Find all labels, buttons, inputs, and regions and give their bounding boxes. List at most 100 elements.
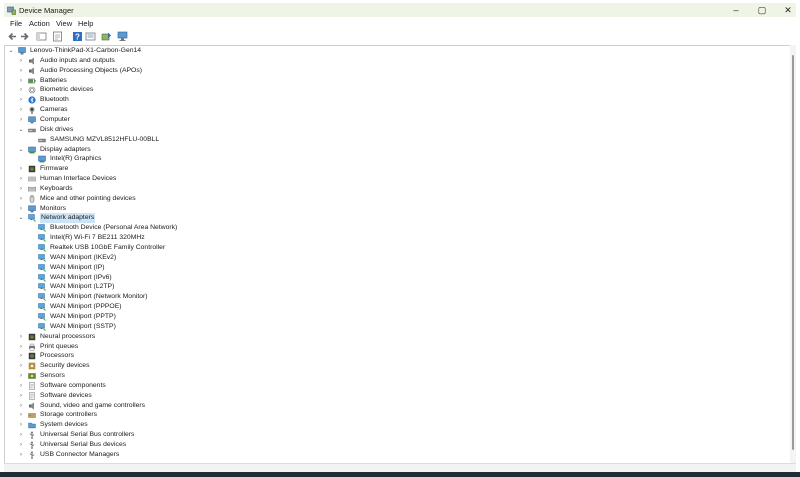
tree-category[interactable]: › Security devices [5, 361, 785, 371]
chevron-right-icon[interactable]: › [18, 184, 24, 194]
tree-category[interactable]: › Audio Processing Objects (APOs) [5, 66, 785, 76]
tree-category[interactable]: › Processors [5, 351, 785, 361]
chevron-right-icon[interactable]: › [18, 410, 24, 420]
help-icon[interactable]: ? [72, 31, 83, 42]
tree-device[interactable]: WAN Miniport (IPv6) [5, 273, 785, 283]
tree-category[interactable]: › Biometric devices [5, 85, 785, 95]
chevron-right-icon[interactable]: › [18, 440, 24, 450]
chevron-down-icon[interactable]: ⌄ [18, 125, 24, 135]
tree-item-label: Software devices [40, 391, 92, 399]
tree-device[interactable]: Realtek USB 10GbE Family Controller [5, 243, 785, 253]
chevron-right-icon[interactable]: › [18, 194, 24, 204]
tree-category[interactable]: ⌄ Disk drives [5, 125, 785, 135]
tree-category[interactable]: › Batteries [5, 76, 785, 86]
minimize-button[interactable]: – [724, 4, 748, 16]
chevron-right-icon[interactable]: › [18, 351, 24, 361]
tree-category[interactable]: › Keyboards [5, 184, 785, 194]
menu-view[interactable]: View [56, 19, 72, 28]
chevron-right-icon[interactable]: › [18, 164, 24, 174]
tree-device[interactable]: WAN Miniport (L2TP) [5, 282, 785, 292]
hid-icon [28, 176, 36, 182]
tree-category[interactable]: › Software components [5, 381, 785, 391]
chevron-right-icon[interactable]: › [18, 66, 24, 76]
chevron-right-icon[interactable]: › [18, 332, 24, 342]
tree-item-label: WAN Miniport (IKEv2) [50, 253, 117, 261]
chevron-right-icon[interactable]: › [18, 56, 24, 66]
tree-category[interactable]: › Sensors [5, 371, 785, 381]
tree-item-label: Bluetooth Device (Personal Area Network) [50, 224, 178, 232]
tree-device[interactable]: WAN Miniport (SSTP) [5, 322, 785, 332]
tree-category[interactable]: › Software devices [5, 391, 785, 401]
view-resources-icon[interactable] [85, 31, 96, 42]
tree-category[interactable]: › Human Interface Devices [5, 174, 785, 184]
tree-category[interactable]: › Mice and other pointing devices [5, 194, 785, 204]
chevron-down-icon[interactable]: ⌄ [18, 145, 24, 155]
tree-device[interactable]: WAN Miniport (IKEv2) [5, 253, 785, 263]
tree-device[interactable]: Intel(R) Graphics [5, 154, 785, 164]
chevron-right-icon[interactable]: › [18, 342, 24, 352]
tree-category[interactable]: › Print queues [5, 342, 785, 352]
chevron-right-icon[interactable]: › [18, 361, 24, 371]
tree-item-label: Human Interface Devices [40, 175, 117, 183]
chevron-right-icon[interactable]: › [18, 381, 24, 391]
forward-arrow-icon[interactable] [19, 31, 30, 42]
chevron-right-icon[interactable]: › [18, 174, 24, 184]
tree-device[interactable]: WAN Miniport (PPPOE) [5, 302, 785, 312]
menu-file[interactable]: File [10, 19, 22, 28]
vertical-scrollbar[interactable] [790, 45, 796, 463]
tree-device[interactable]: Bluetooth Device (Personal Area Network) [5, 223, 785, 233]
tree-category[interactable]: ⌄ Display adapters [5, 145, 785, 155]
chevron-down-icon[interactable]: ⌄ [18, 213, 24, 223]
chevron-right-icon[interactable]: › [18, 430, 24, 440]
chevron-right-icon[interactable]: › [18, 76, 24, 86]
chip-icon [28, 353, 36, 360]
tree-category[interactable]: › Firmware [5, 164, 785, 174]
chevron-right-icon[interactable]: › [18, 85, 24, 95]
tree-category[interactable]: ⌄ Network adapters [5, 213, 785, 224]
tree-category[interactable]: › USB Connector Managers [5, 450, 785, 460]
maximize-button[interactable]: ▢ [750, 4, 774, 16]
tree-category[interactable]: › Cameras [5, 105, 785, 115]
tree-category[interactable]: › Bluetooth [5, 95, 785, 105]
chevron-right-icon[interactable]: › [18, 391, 24, 401]
properties-icon[interactable] [52, 31, 63, 42]
tree-category[interactable]: › System devices [5, 420, 785, 430]
chevron-right-icon[interactable]: › [18, 105, 24, 115]
tree-category[interactable]: › Neural processors [5, 332, 785, 342]
chevron-right-icon[interactable]: › [18, 401, 24, 411]
disk-icon [28, 128, 36, 132]
tree-item-label: Universal Serial Bus controllers [40, 431, 135, 439]
chevron-right-icon[interactable]: › [18, 115, 24, 125]
tree-category[interactable]: › Audio inputs and outputs [5, 56, 785, 66]
menu-action[interactable]: Action [29, 19, 50, 28]
chevron-right-icon[interactable]: › [18, 450, 24, 460]
tree-device[interactable]: Intel(R) Wi-Fi 7 BE211 320MHz [5, 233, 785, 243]
tree-root[interactable]: ⌄ Lenovo-ThinkPad-X1-Carbon-Gen14 [5, 46, 785, 56]
tree-category[interactable]: › Monitors [5, 204, 785, 214]
tree-category[interactable]: › Universal Serial Bus controllers [5, 430, 785, 440]
chevron-right-icon[interactable]: › [18, 420, 24, 430]
chevron-right-icon[interactable]: › [18, 204, 24, 214]
chevron-down-icon[interactable]: ⌄ [8, 46, 14, 56]
monitor-icon [28, 205, 36, 212]
scrollbar-thumb[interactable] [792, 55, 794, 450]
close-button[interactable]: ✕ [776, 4, 800, 16]
tree-device[interactable]: SAMSUNG MZVL8512HFLU-00BLL [5, 135, 785, 145]
scan-hardware-icon[interactable] [117, 31, 128, 42]
show-hide-console-tree-icon[interactable] [36, 31, 47, 42]
tree-device[interactable]: WAN Miniport (IP) [5, 263, 785, 273]
menu-bar: File Action View Help [4, 17, 796, 29]
chevron-right-icon[interactable]: › [18, 371, 24, 381]
tree-device[interactable]: WAN Miniport (PPTP) [5, 312, 785, 322]
chevron-right-icon[interactable]: › [18, 95, 24, 105]
tree-category[interactable]: › Sound, video and game controllers [5, 401, 785, 411]
update-driver-icon[interactable] [101, 31, 112, 42]
tree-category[interactable]: › Storage controllers [5, 410, 785, 420]
software-icon [29, 392, 35, 400]
back-arrow-icon[interactable] [7, 31, 18, 42]
tree-category[interactable]: › Universal Serial Bus devices [5, 440, 785, 450]
tree-device[interactable]: WAN Miniport (Network Monitor) [5, 292, 785, 302]
menu-help[interactable]: Help [78, 19, 93, 28]
tree-item-label: Sound, video and game controllers [40, 401, 146, 409]
tree-category[interactable]: › Computer [5, 115, 785, 125]
